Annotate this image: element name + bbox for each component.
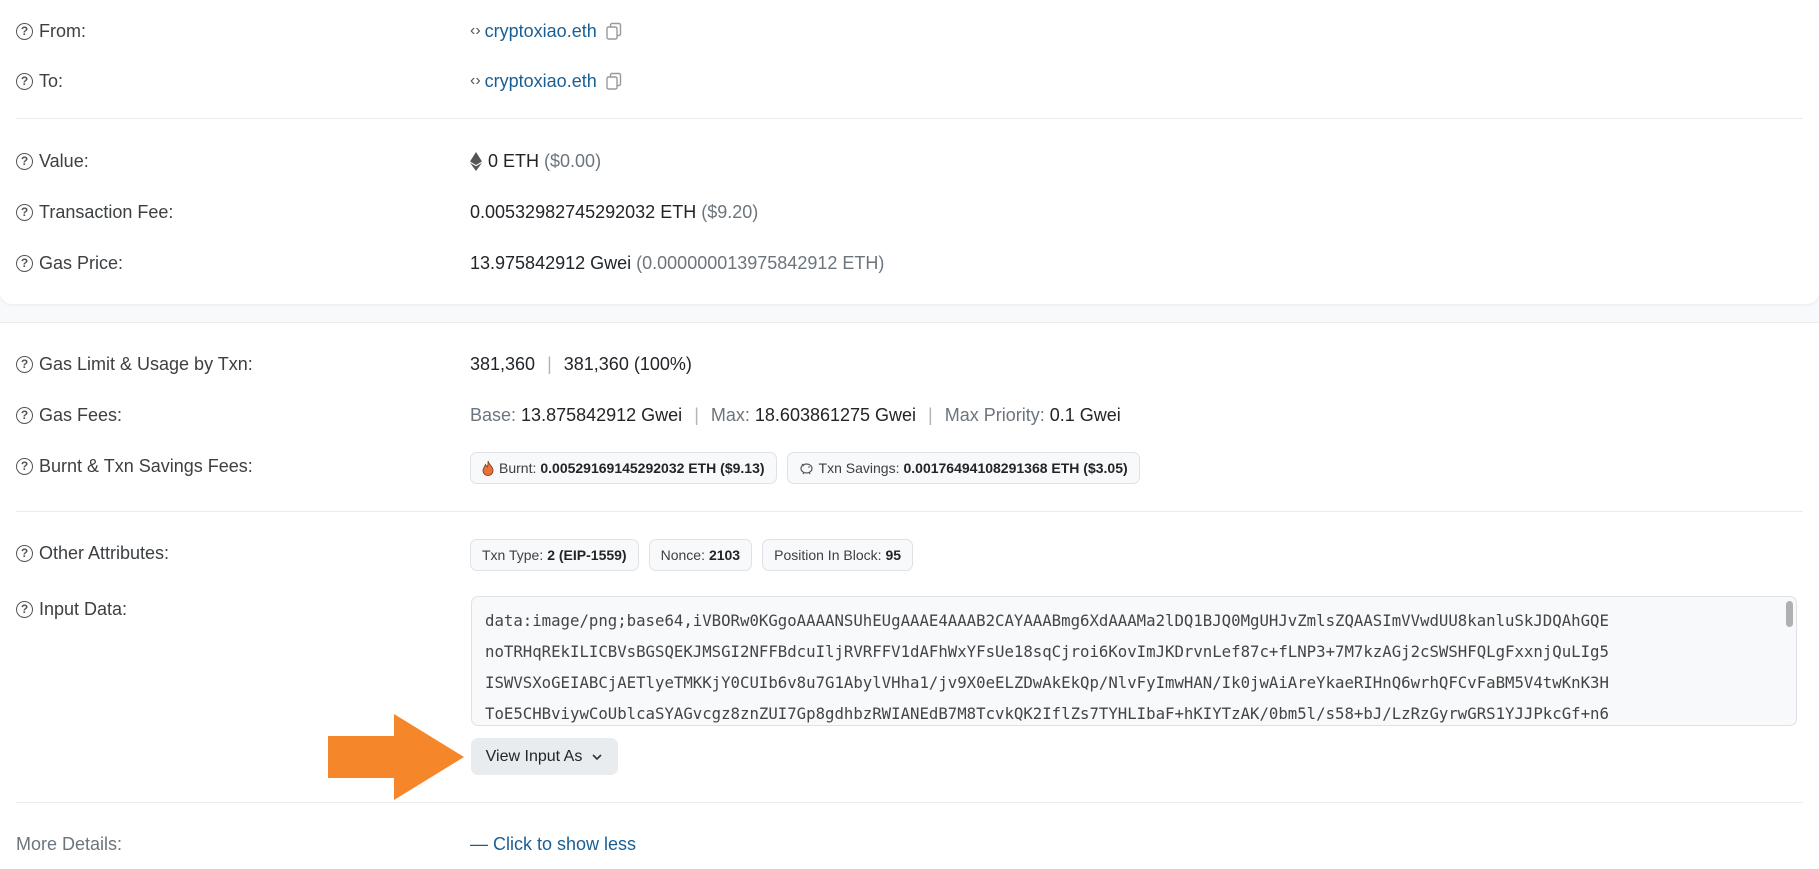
- to-label: To:: [39, 71, 64, 91]
- divider: [16, 802, 1803, 803]
- burnt-fees-label: Burnt & Txn Savings Fees:: [39, 456, 253, 476]
- chevron-down-icon: [592, 753, 602, 760]
- show-less-link[interactable]: — Click to show less: [470, 830, 636, 858]
- gas-limit-value: 381,360: [470, 354, 536, 374]
- separator: |: [694, 405, 699, 425]
- fee-label: Transaction Fee:: [39, 202, 174, 222]
- position-in-block-value: 95: [885, 547, 902, 563]
- other-attributes-label: Other Attributes:: [39, 543, 170, 563]
- value-usd: ($0.00): [544, 151, 602, 171]
- gas-price-row: ? Gas Price: 13.975842912 Gwei (0.0000000…: [16, 249, 1819, 277]
- from-address-link[interactable]: cryptoxiao.eth: [485, 17, 597, 45]
- separator: |: [547, 354, 552, 374]
- from-row: ? From: ‹› cryptoxiao.eth: [16, 17, 1819, 45]
- help-icon[interactable]: ?: [16, 600, 33, 618]
- value-amount: 0 ETH: [488, 151, 540, 171]
- piggy-bank-icon: [799, 463, 813, 475]
- to-row: ? To: ‹› cryptoxiao.eth: [16, 67, 1819, 95]
- burnt-label: Burnt:: [499, 460, 537, 476]
- help-icon[interactable]: ?: [16, 457, 33, 475]
- max-priority-label: Max Priority:: [944, 405, 1045, 425]
- gas-usage-value: 381,360 (100%): [563, 354, 692, 374]
- help-icon[interactable]: ?: [16, 72, 33, 90]
- help-icon[interactable]: ?: [16, 544, 33, 562]
- max-priority-value: 0.1 Gwei: [1049, 405, 1121, 425]
- txn-savings-value: 0.00176494108291368 ETH ($3.05): [903, 460, 1128, 476]
- max-label: Max:: [710, 405, 750, 425]
- fee-usd: ($9.20): [701, 202, 759, 222]
- burnt-pill: Burnt: 0.00529169145292032 ETH ($9.13): [470, 452, 777, 484]
- value-label: Value:: [39, 151, 89, 171]
- txn-type-value: 2 (EIP-1559): [547, 547, 627, 563]
- flame-icon: [482, 460, 494, 476]
- help-icon[interactable]: ?: [16, 203, 33, 221]
- divider: [16, 511, 1803, 512]
- help-icon[interactable]: ?: [16, 406, 33, 424]
- more-details-row: More Details: — Click to show less: [16, 830, 1819, 858]
- scrollbar[interactable]: [1786, 601, 1793, 627]
- gas-price-eth: (0.000000013975842912 ETH): [636, 253, 885, 273]
- view-input-as-label: View Input As: [485, 747, 583, 765]
- divider: [16, 118, 1803, 119]
- copy-icon[interactable]: [605, 72, 623, 90]
- transaction-overview-card: ? From: ‹› cryptoxiao.eth ? To: ‹› cryptox…: [0, 0, 1819, 304]
- view-input-as-button[interactable]: View Input As: [471, 738, 618, 775]
- position-in-block-pill: Position In Block: 95: [762, 539, 914, 571]
- help-icon[interactable]: ?: [16, 152, 33, 170]
- gas-limit-label: Gas Limit & Usage by Txn:: [39, 354, 253, 374]
- nonce-label: Nonce:: [660, 547, 705, 563]
- help-icon[interactable]: ?: [16, 355, 33, 373]
- value-row: ? Value: 0 ETH ($0.00): [16, 147, 1819, 175]
- burnt-value: 0.00529169145292032 ETH ($9.13): [540, 460, 765, 476]
- burnt-fees-row: ? Burnt & Txn Savings Fees: Burnt: 0.00529…: [16, 452, 1819, 484]
- txn-type-label: Txn Type:: [482, 547, 544, 563]
- contract-icon: ‹›: [470, 22, 481, 39]
- separator: |: [928, 405, 933, 425]
- max-value: 18.603861275 Gwei: [754, 405, 917, 425]
- help-icon[interactable]: ?: [16, 254, 33, 272]
- input-data-line: ToE5CHBviywCoUblcaSYAGvcgz8znZUI7Gp8gdhb…: [485, 704, 1609, 723]
- gas-fees-row: ? Gas Fees: Base: 13.875842912 Gwei | Max…: [16, 401, 1819, 429]
- input-data-textarea[interactable]: data:image/png;base64,iVBORw0KGgoAAAANSU…: [471, 596, 1797, 726]
- base-label: Base:: [470, 405, 517, 425]
- orange-arrow-icon: [328, 714, 464, 800]
- help-icon[interactable]: ?: [16, 22, 33, 40]
- gas-price-label: Gas Price:: [39, 253, 124, 273]
- input-data-line: data:image/png;base64,iVBORw0KGgoAAAANSU…: [485, 611, 1609, 630]
- gas-price-amount: 13.975842912 Gwei: [470, 253, 632, 273]
- nonce-pill: Nonce: 2103: [648, 539, 753, 571]
- more-details-label: More Details:: [16, 834, 123, 854]
- nonce-value: 2103: [708, 547, 741, 563]
- from-label: From:: [39, 21, 86, 41]
- base-value: 13.875842912 Gwei: [521, 405, 683, 425]
- input-data-label: Input Data:: [39, 599, 128, 619]
- txn-type-pill: Txn Type: 2 (EIP-1559): [470, 539, 639, 571]
- gas-limit-row: ? Gas Limit & Usage by Txn: 381,360 | 381…: [16, 350, 1819, 378]
- txn-savings-pill: Txn Savings: 0.00176494108291368 ETH ($3.…: [786, 452, 1140, 484]
- input-data-line: ISWVSXoGEIABCjAETlyeTMKKjY0CUIb6v8u7G1Ab…: [485, 673, 1609, 692]
- eth-icon: [470, 151, 482, 171]
- input-data-line: noTRHqREkILICBVsBGSQEKJMSGI2NFFBdcuIljRV…: [485, 642, 1609, 661]
- transaction-fee-row: ? Transaction Fee: 0.00532982745292032 ET…: [16, 198, 1819, 226]
- fee-amount: 0.00532982745292032 ETH: [470, 202, 697, 222]
- gas-fees-label: Gas Fees:: [39, 405, 123, 425]
- position-in-block-label: Position In Block:: [774, 547, 882, 563]
- other-attributes-row: ? Other Attributes: Txn Type: 2 (EIP-1559)…: [16, 539, 1819, 571]
- txn-savings-label: Txn Savings:: [818, 460, 900, 476]
- contract-icon: ‹›: [470, 72, 481, 89]
- copy-icon[interactable]: [605, 22, 623, 40]
- to-address-link[interactable]: cryptoxiao.eth: [485, 67, 597, 95]
